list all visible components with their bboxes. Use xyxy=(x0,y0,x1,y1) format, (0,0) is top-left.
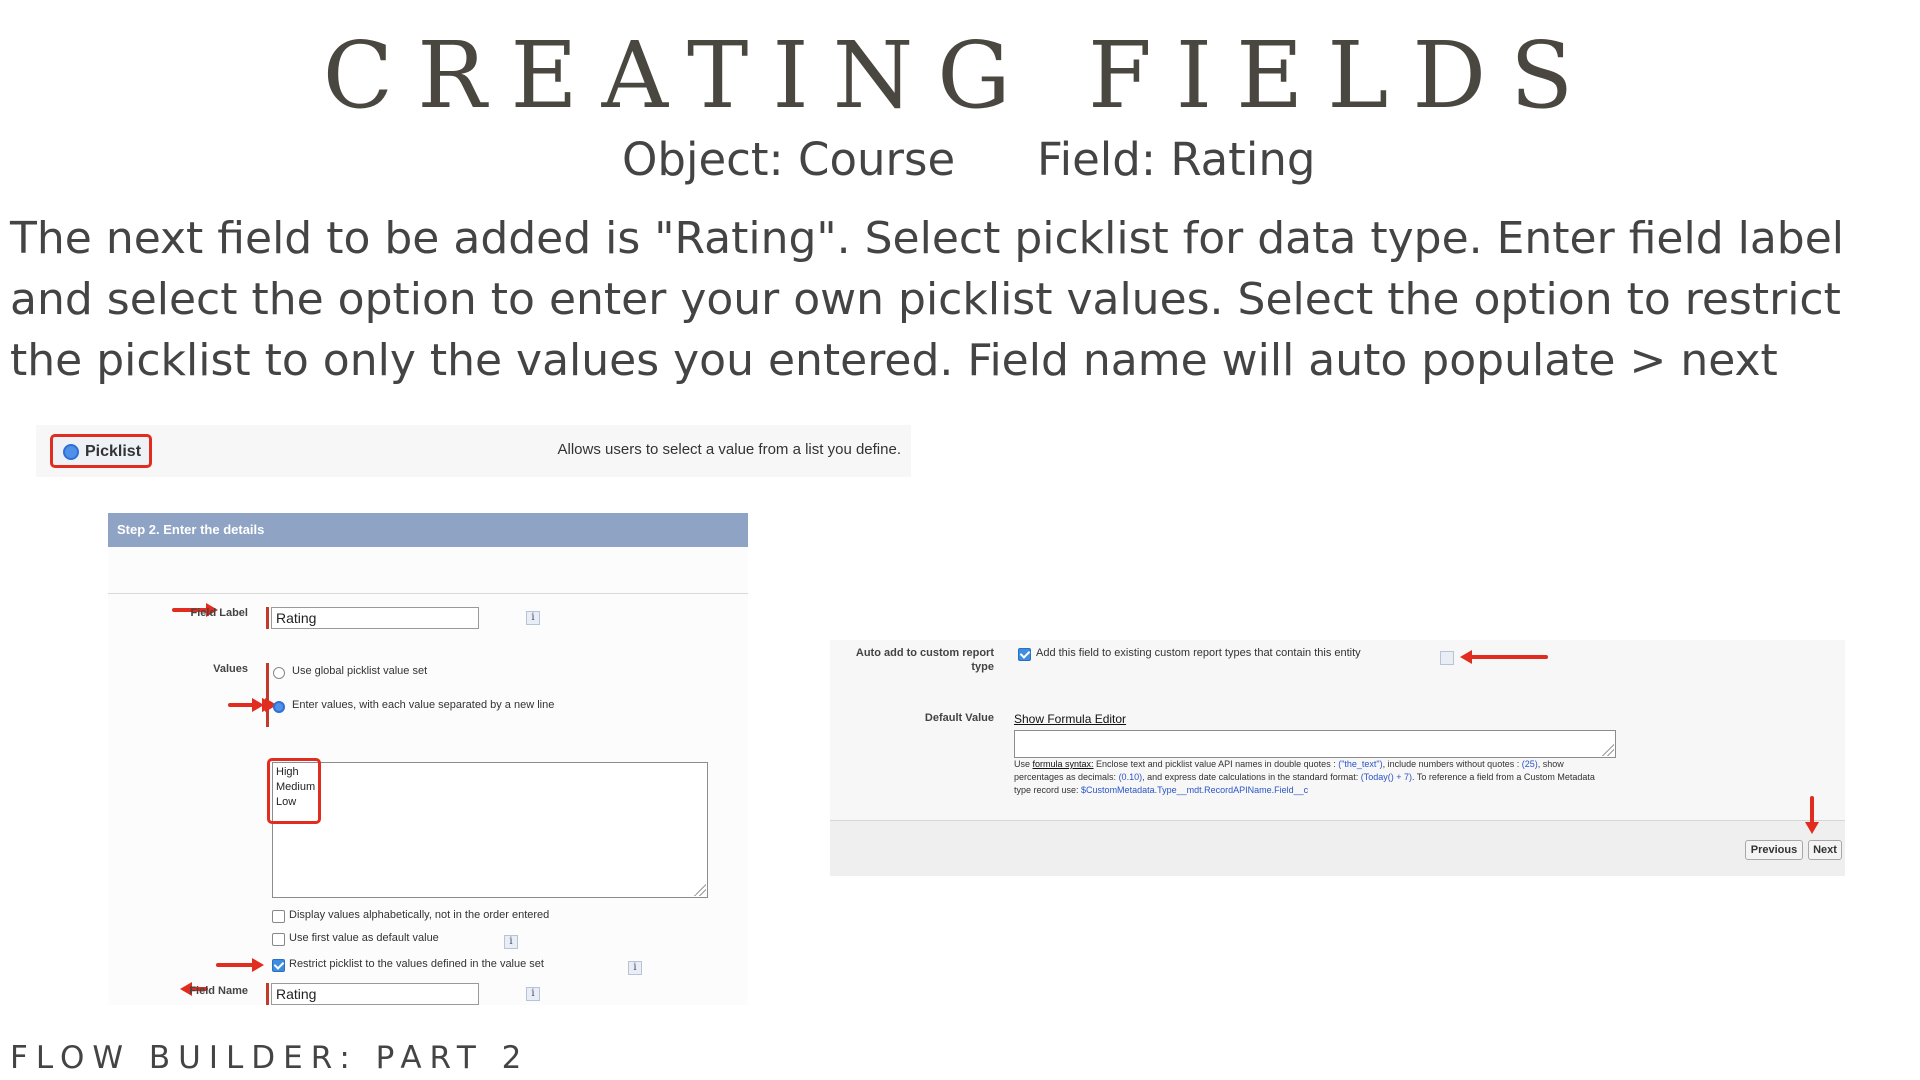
required-indicator xyxy=(266,663,269,727)
help-example: (0.10) xyxy=(1118,772,1143,782)
field-subtitle: Field: Rating xyxy=(1037,133,1316,186)
global-picklist-option: Use global picklist value set xyxy=(292,665,428,677)
restrict-picklist-option: Restrict picklist to the values defined … xyxy=(289,958,544,970)
auto-add-label-line2: type xyxy=(971,661,994,673)
picklist-description: Allows users to select a value from a li… xyxy=(557,441,902,458)
footer-label: FLOW BUILDER: PART 2 xyxy=(10,1040,530,1076)
required-indicator xyxy=(266,983,269,1005)
formula-help-text: Use formula syntax: Enclose text and pic… xyxy=(1014,758,1614,797)
step-details-panel: Step 2. Enter the details Field Label Ra… xyxy=(108,513,748,1005)
formula-syntax-link[interactable]: formula syntax: xyxy=(1033,759,1094,769)
resize-grip-icon[interactable] xyxy=(1602,744,1614,756)
field-name-label: Field Name xyxy=(189,985,248,997)
default-value-checkbox[interactable] xyxy=(272,933,285,946)
values-label: Values xyxy=(213,663,248,675)
value-item: Low xyxy=(276,796,297,808)
global-picklist-radio[interactable] xyxy=(273,667,285,679)
help-text: Use xyxy=(1014,759,1033,769)
red-arrow-icon xyxy=(1460,650,1548,664)
help-text: , include numbers without quotes : xyxy=(1382,759,1522,769)
auto-add-checkbox[interactable] xyxy=(1018,648,1031,661)
default-value-option: Use first value as default value xyxy=(289,932,439,944)
object-subtitle: Object: Course xyxy=(622,133,956,186)
info-icon[interactable]: i xyxy=(526,611,540,625)
info-icon[interactable]: i xyxy=(504,935,518,949)
red-arrow-icon xyxy=(216,958,264,972)
instructions-text: The next field to be added is "Rating". … xyxy=(10,213,1845,386)
help-example: (Today() + 7) xyxy=(1360,772,1412,782)
resize-grip-icon[interactable] xyxy=(694,884,706,896)
picklist-radio-option[interactable]: Picklist xyxy=(50,434,152,468)
help-text: , and express date calculations in the s… xyxy=(1142,772,1361,782)
help-text: Enclose text and picklist value API name… xyxy=(1093,759,1339,769)
red-arrow-icon xyxy=(1805,796,1819,834)
field-label-input[interactable]: Rating xyxy=(271,607,479,629)
picklist-label: Picklist xyxy=(85,443,142,460)
auto-add-option: Add this field to existing custom report… xyxy=(1036,647,1361,659)
info-icon[interactable] xyxy=(1440,651,1454,665)
picklist-radio[interactable] xyxy=(63,444,79,460)
enter-values-radio[interactable] xyxy=(273,701,285,713)
enter-values-option: Enter values, with each value separated … xyxy=(292,699,555,711)
auto-add-label: Auto add to custom report xyxy=(855,647,994,659)
field-name-input[interactable]: Rating xyxy=(271,983,479,1005)
previous-button[interactable]: Previous xyxy=(1745,840,1803,860)
help-example: $CustomMetadata.Type__mdt.RecordAPIName.… xyxy=(1081,785,1309,795)
page-title: CREATING FIELDS xyxy=(322,22,1598,129)
restrict-picklist-checkbox[interactable] xyxy=(272,959,285,972)
help-example: ("the_text") xyxy=(1338,759,1383,769)
red-arrow-icon xyxy=(228,698,264,712)
values-textarea[interactable] xyxy=(272,762,708,898)
value-item: Medium xyxy=(276,781,316,793)
picklist-type-panel: Picklist Allows users to select a value … xyxy=(36,425,911,477)
alphabetical-option: Display values alphabetically, not in th… xyxy=(289,909,550,921)
info-icon[interactable]: i xyxy=(526,987,540,1001)
divider xyxy=(108,593,748,594)
next-button[interactable]: Next xyxy=(1808,840,1842,860)
step-header: Step 2. Enter the details xyxy=(108,513,748,547)
value-item: High xyxy=(276,766,299,778)
default-value-textarea[interactable] xyxy=(1014,730,1616,758)
report-default-panel: Auto add to custom report type Add this … xyxy=(830,640,1845,876)
default-value-label: Default Value xyxy=(924,712,994,724)
alphabetical-checkbox[interactable] xyxy=(272,910,285,923)
button-bar xyxy=(830,821,1845,876)
info-icon[interactable]: i xyxy=(628,961,642,975)
required-indicator xyxy=(266,607,269,629)
help-example: (25) xyxy=(1521,759,1538,769)
show-formula-editor-link[interactable]: Show Formula Editor xyxy=(1014,712,1126,726)
field-label-label: Field Label xyxy=(190,607,248,619)
